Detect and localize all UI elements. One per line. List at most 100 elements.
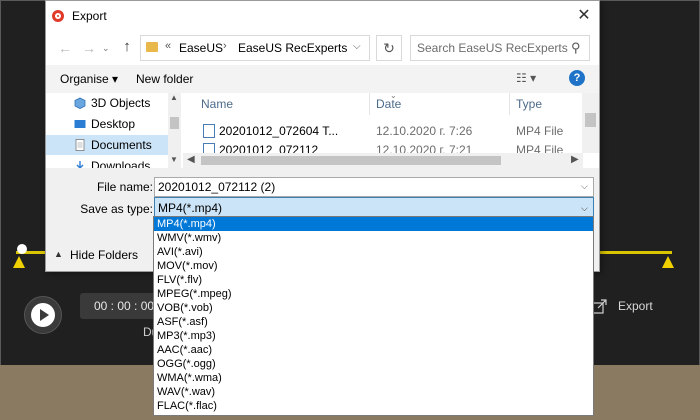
- dropdown-option-label: FLAC(*.flac): [157, 400, 217, 412]
- save-type-value: MP4(*.mp4): [158, 201, 223, 215]
- search-icon: ⚲: [571, 40, 581, 55]
- nav-item-documents[interactable]: Documents: [46, 135, 168, 155]
- breadcrumb-recexperts[interactable]: EaseUS RecExperts: [238, 41, 347, 55]
- dropdown-option-label: ASF(*.asf): [157, 316, 208, 328]
- recent-locations-chevron-icon[interactable]: ⌄: [102, 41, 112, 55]
- nav-item-label: Documents: [91, 138, 152, 152]
- scroll-left-icon[interactable]: ◀: [187, 154, 195, 165]
- file-list-horizontal-scrollbar[interactable]: ◀ ▶: [183, 153, 583, 168]
- dropdown-option[interactable]: MP3(*.mp3): [154, 329, 593, 343]
- dropdown-option[interactable]: OGG(*.ogg): [154, 357, 593, 371]
- playhead-handle[interactable]: [17, 244, 27, 254]
- search-input[interactable]: Search EaseUS RecExperts ⚲: [410, 35, 590, 61]
- file-row[interactable]: 20201012_072604 T... 12.10.2020 г. 7:26 …: [183, 122, 583, 140]
- address-prefix[interactable]: «: [165, 40, 171, 52]
- column-divider[interactable]: [369, 93, 370, 115]
- dropdown-option-label: WMV(*.wmv): [157, 232, 222, 244]
- dropdown-option[interactable]: AAC(*.aac): [154, 343, 593, 357]
- dropdown-option[interactable]: MPEG(*.mpeg): [154, 287, 593, 301]
- forward-arrow-icon[interactable]: →: [80, 39, 98, 57]
- hide-folders-label: Hide Folders: [70, 248, 139, 262]
- app-export-label: Export: [618, 299, 653, 313]
- file-name-field[interactable]: 20201012_072112 (2) ⌵: [154, 177, 594, 197]
- chevron-down-icon[interactable]: ⌵: [581, 203, 588, 214]
- nav-item-label: 3D Objects: [91, 96, 151, 110]
- export-icon: [592, 299, 607, 314]
- folder-icon: [146, 42, 158, 52]
- dropdown-option[interactable]: MOV(*.mov): [154, 259, 593, 273]
- dropdown-option[interactable]: VOB(*.vob): [154, 301, 593, 315]
- dialog-title: Export: [72, 9, 107, 23]
- organise-menu-button[interactable]: Organise ▾: [60, 72, 118, 86]
- file-list-vertical-scrollbar[interactable]: [582, 93, 599, 153]
- file-name-value[interactable]: 20201012_072112 (2): [158, 180, 275, 194]
- search-placeholder: Search EaseUS RecExperts: [417, 41, 568, 55]
- file-type: MP4 File: [516, 124, 564, 138]
- dropdown-option-label: MP3(*.mp3): [157, 330, 216, 342]
- app-export-button[interactable]: Export: [590, 292, 690, 320]
- dropdown-option[interactable]: FLAC(*.flac): [154, 399, 593, 413]
- refresh-icon: ↻: [383, 40, 395, 56]
- cube-icon: [74, 97, 86, 109]
- documents-icon: [75, 139, 85, 151]
- dropdown-option-label: MP4(*.mp4): [157, 218, 216, 230]
- refresh-button[interactable]: ↻: [376, 35, 402, 61]
- save-type-label: Save as type:: [80, 202, 153, 216]
- play-icon: [31, 303, 55, 327]
- column-divider[interactable]: [509, 93, 510, 115]
- downloads-icon: [76, 161, 84, 168]
- dialog-titlebar[interactable]: Export ✕: [46, 1, 599, 31]
- play-button[interactable]: [24, 296, 62, 334]
- scrollbar-thumb[interactable]: [170, 117, 179, 129]
- dropdown-option[interactable]: WMA(*.wma): [154, 371, 593, 385]
- time-display: 00 : 00 : 00: [80, 293, 160, 319]
- dropdown-option[interactable]: MP4(*.mp4): [154, 217, 593, 231]
- nav-item-desktop[interactable]: Desktop: [46, 114, 168, 134]
- scroll-right-icon[interactable]: ▶: [571, 154, 579, 165]
- up-arrow-icon[interactable]: ↑: [118, 38, 136, 56]
- scroll-up-icon[interactable]: ▲: [170, 93, 178, 102]
- navigation-pane: 3D Objects Desktop Documents Downloads: [46, 93, 181, 168]
- dropdown-option-label: MPEG(*.mpeg): [157, 288, 232, 300]
- dialog-toolbar: Organise ▾ New folder ☷ ▾ ?: [46, 65, 599, 93]
- dropdown-option-label: WAV(*.wav): [157, 386, 216, 398]
- breadcrumb-separator[interactable]: ›: [223, 40, 227, 52]
- dropdown-option-label: MOV(*.mov): [157, 260, 218, 272]
- dropdown-option[interactable]: WMV(*.wmv): [154, 231, 593, 245]
- address-bar[interactable]: « EaseUS › EaseUS RecExperts ⌵: [140, 35, 370, 61]
- nav-item-3d-objects[interactable]: 3D Objects: [46, 93, 168, 113]
- dropdown-option[interactable]: AVI(*.avi): [154, 245, 593, 259]
- dropdown-option-label: WMA(*.wma): [157, 372, 222, 384]
- scroll-down-icon[interactable]: ▼: [170, 155, 178, 164]
- dropdown-option-label: AVI(*.avi): [157, 246, 203, 258]
- nav-item-label: Desktop: [91, 117, 136, 131]
- chevron-up-icon: ▲: [54, 249, 63, 259]
- chevron-down-icon[interactable]: ⌵: [353, 41, 361, 52]
- column-header-date[interactable]: Date: [376, 97, 401, 111]
- help-icon[interactable]: ?: [569, 70, 585, 86]
- dropdown-option[interactable]: ASF(*.asf): [154, 315, 593, 329]
- dropdown-option-label: FLV(*.flv): [157, 274, 203, 286]
- dropdown-option[interactable]: WAV(*.wav): [154, 385, 593, 399]
- nav-pane-scrollbar[interactable]: ▲ ▼: [168, 93, 181, 168]
- app-logo-icon: [52, 10, 64, 22]
- column-header-name[interactable]: Name: [201, 97, 233, 111]
- dropdown-option-label: VOB(*.vob): [157, 302, 213, 314]
- view-options-icon[interactable]: ☷ ▾: [516, 71, 536, 85]
- breadcrumb-easeus[interactable]: EaseUS: [179, 41, 223, 55]
- save-type-dropdown-list: MP4(*.mp4) WMV(*.wmv) AVI(*.avi) MOV(*.mov)…: [153, 216, 594, 416]
- trim-start-marker[interactable]: [13, 256, 25, 268]
- new-folder-button[interactable]: New folder: [136, 72, 193, 86]
- scrollbar-thumb[interactable]: [201, 156, 501, 165]
- desktop-icon: [74, 120, 86, 128]
- nav-item-downloads[interactable]: Downloads: [46, 156, 168, 168]
- chevron-down-icon[interactable]: ⌵: [581, 181, 588, 192]
- column-header-type[interactable]: Type: [516, 97, 542, 111]
- trim-end-marker[interactable]: [662, 256, 674, 268]
- dropdown-option[interactable]: FLV(*.flv): [154, 273, 593, 287]
- back-arrow-icon[interactable]: ←: [56, 39, 74, 57]
- video-file-icon: [203, 124, 215, 138]
- close-icon[interactable]: ✕: [574, 6, 594, 26]
- file-name: 20201012_072604 T...: [219, 124, 339, 138]
- scrollbar-thumb[interactable]: [585, 113, 596, 127]
